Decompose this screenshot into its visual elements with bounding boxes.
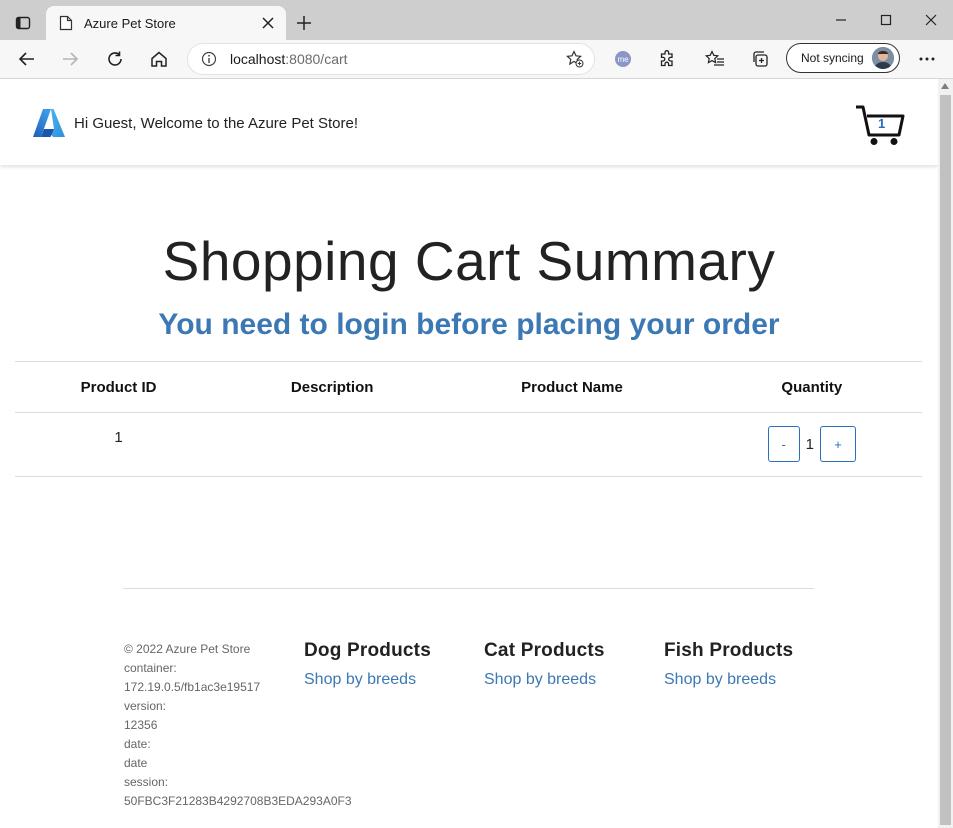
more-icon[interactable] (913, 45, 941, 73)
session-label: session: (124, 775, 169, 789)
footer-column-dog: Dog Products Shop by breeds (304, 640, 431, 689)
container-label: container: (124, 661, 177, 675)
table-row: 1 - 1 + (15, 412, 922, 477)
table-header-row: Product ID Description Product Name Quan… (15, 361, 922, 413)
tab-actions-icon[interactable] (10, 10, 36, 36)
cart-count-badge: 1 (878, 116, 886, 131)
azure-logo-icon[interactable] (32, 108, 66, 138)
version-value: 12356 (124, 718, 158, 732)
footer-heading-fish: Fish Products (664, 640, 794, 661)
collections-icon[interactable] (746, 45, 774, 73)
url-host: localhost (230, 51, 286, 67)
minimize-icon[interactable] (826, 8, 856, 32)
site-header: Hi Guest, Welcome to the Azure Pet Store… (0, 79, 938, 165)
address-bar[interactable]: localhost:8080/cart (188, 44, 594, 74)
column-header-product-id: Product ID (15, 361, 223, 413)
footer-heading-dog: Dog Products (304, 640, 431, 661)
column-header-product-name: Product Name (442, 361, 702, 413)
url-text[interactable]: localhost:8080/cart (230, 51, 564, 67)
quantity-value: 1 (805, 435, 814, 453)
cell-quantity: - 1 + (701, 412, 922, 477)
session-value: 50FBC3F21283B4292708B3EDA293A0F3 (124, 794, 352, 808)
close-icon[interactable] (258, 13, 278, 33)
browser-toolbar: localhost:8080/cart me Not syncing (0, 40, 953, 79)
maximize-icon[interactable] (871, 8, 901, 32)
home-icon[interactable] (145, 45, 173, 73)
login-required-message: You need to login before placing your or… (158, 308, 780, 341)
column-header-description: Description (222, 361, 443, 413)
svg-text:me: me (617, 55, 629, 64)
footer-column-fish: Fish Products Shop by breeds (664, 640, 793, 689)
window-close-icon[interactable] (916, 8, 946, 32)
cell-product-name (442, 412, 702, 477)
forward-icon[interactable] (56, 45, 84, 73)
footer-info: © 2022 Azure Pet Store container: 172.19… (124, 640, 352, 811)
date-label: date: (124, 737, 151, 751)
decrease-quantity-button[interactable]: - (767, 426, 800, 462)
profile-sync-button[interactable]: Not syncing (786, 43, 900, 73)
quantity-stepper: - 1 + (703, 426, 921, 462)
cat-shop-by-breeds-link[interactable]: Shop by breeds (484, 671, 605, 689)
page-viewport: Hi Guest, Welcome to the Azure Pet Store… (0, 79, 938, 828)
tab-strip: Azure Pet Store (0, 0, 953, 40)
profile-sync-label: Not syncing (801, 51, 864, 65)
container-value: 172.19.0.5/fb1ac3e19517 (124, 680, 261, 694)
page-title: Shopping Cart Summary (162, 230, 776, 292)
fish-shop-by-breeds-link[interactable]: Shop by breeds (664, 671, 793, 689)
extensions-icon[interactable] (653, 45, 681, 73)
footer-divider (123, 588, 814, 589)
scrollbar-thumb[interactable] (940, 95, 951, 825)
extension-me-icon[interactable]: me (609, 45, 637, 73)
vertical-scrollbar[interactable] (938, 79, 953, 828)
column-header-quantity: Quantity (701, 361, 922, 413)
back-icon[interactable] (13, 45, 41, 73)
url-path: :8080/cart (285, 51, 348, 67)
cell-product-id: 1 (15, 412, 223, 477)
favorites-icon[interactable] (701, 45, 729, 73)
cart-table: Product ID Description Product Name Quan… (15, 361, 922, 477)
copyright: © 2022 Azure Pet Store (124, 642, 251, 656)
increase-quantity-button[interactable]: + (820, 426, 856, 462)
scroll-up-icon[interactable] (941, 83, 949, 89)
welcome-message: Hi Guest, Welcome to the Azure Pet Store… (74, 115, 359, 132)
refresh-icon[interactable] (101, 45, 129, 73)
date-value: date (124, 756, 148, 770)
tab-title: Azure Pet Store (84, 15, 176, 31)
dog-shop-by-breeds-link[interactable]: Shop by breeds (304, 671, 431, 689)
site-info-icon[interactable] (200, 50, 218, 68)
browser-tab[interactable]: Azure Pet Store (46, 6, 286, 40)
cell-description (222, 412, 443, 477)
page-favicon-icon (58, 15, 74, 31)
avatar (872, 47, 894, 69)
version-label: version: (124, 699, 167, 713)
footer-column-cat: Cat Products Shop by breeds (484, 640, 605, 689)
footer-heading-cat: Cat Products (484, 640, 605, 661)
new-tab-icon[interactable] (292, 11, 316, 35)
favorite-add-icon[interactable] (564, 48, 586, 70)
